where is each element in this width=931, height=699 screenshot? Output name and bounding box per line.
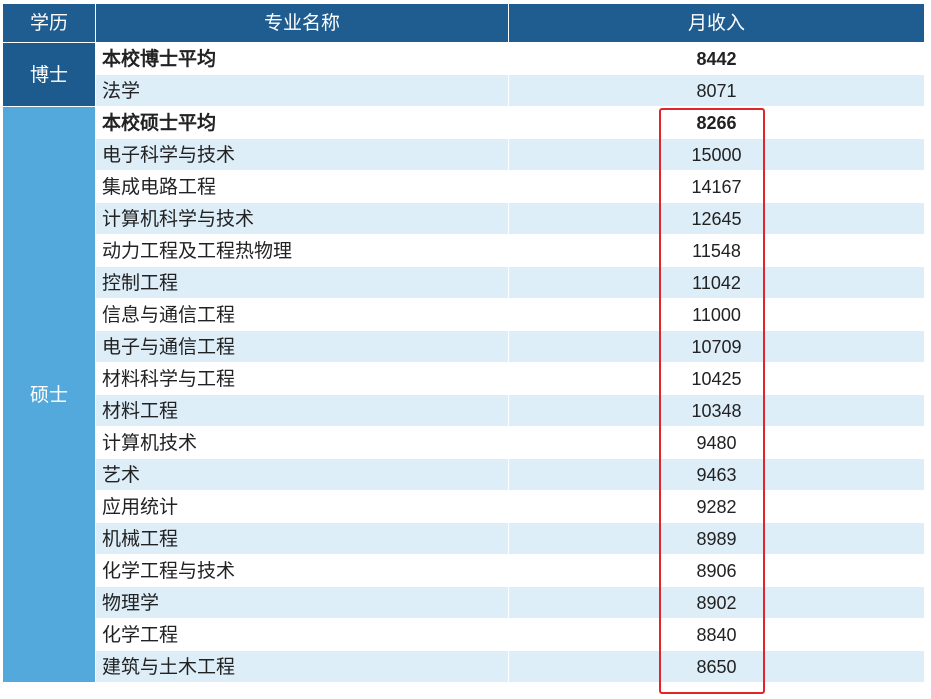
major-name: 本校硕士平均 [95, 106, 509, 139]
table-row: 计算机技术 9480 [3, 426, 925, 459]
table-row: 材料科学与工程 10425 [3, 362, 925, 395]
major-name: 电子与通信工程 [95, 330, 509, 363]
table-row: 信息与通信工程 11000 [3, 298, 925, 331]
monthly-income: 15000 [508, 138, 925, 171]
table-row: 法学 8071 [3, 74, 925, 107]
major-name: 艺术 [95, 458, 509, 491]
major-name: 法学 [95, 74, 509, 107]
table-row: 博士 本校博士平均 8442 [2, 42, 925, 107]
monthly-income: 10348 [508, 394, 925, 427]
table-row: 物理学 8902 [3, 586, 925, 619]
header-major: 专业名称 [95, 3, 509, 43]
monthly-income: 8906 [508, 554, 925, 587]
monthly-income: 14167 [508, 170, 925, 203]
major-name: 化学工程 [95, 618, 509, 651]
monthly-income: 8071 [508, 74, 925, 107]
doctor-degree-cell: 博士 [2, 42, 96, 107]
table-row: 动力工程及工程热物理 11548 [3, 234, 925, 267]
major-name: 本校博士平均 [95, 42, 509, 75]
header-income: 月收入 [508, 3, 925, 43]
table-row: 艺术 9463 [3, 458, 925, 491]
major-name: 化学工程与技术 [95, 554, 509, 587]
table-row: 化学工程 8840 [3, 618, 925, 651]
monthly-income: 8266 [508, 106, 925, 139]
major-name: 信息与通信工程 [95, 298, 509, 331]
major-name: 建筑与土木工程 [95, 650, 509, 683]
table-row: 硕士 本校硕士平均 8266 [2, 106, 925, 683]
table-row: 机械工程 8989 [3, 522, 925, 555]
major-name: 集成电路工程 [95, 170, 509, 203]
major-name: 材料工程 [95, 394, 509, 427]
monthly-income: 11042 [508, 266, 925, 299]
monthly-income: 12645 [508, 202, 925, 235]
monthly-income: 9463 [508, 458, 925, 491]
table-row: 集成电路工程 14167 [3, 170, 925, 203]
monthly-income: 8902 [508, 586, 925, 619]
table-row: 应用统计 9282 [3, 490, 925, 523]
monthly-income: 9480 [508, 426, 925, 459]
major-name: 电子科学与技术 [95, 138, 509, 171]
table-row: 计算机科学与技术 12645 [3, 202, 925, 235]
monthly-income: 8650 [508, 650, 925, 683]
major-name: 机械工程 [95, 522, 509, 555]
monthly-income: 11548 [508, 234, 925, 267]
monthly-income: 10425 [508, 362, 925, 395]
major-name: 材料科学与工程 [95, 362, 509, 395]
master-degree-cell: 硕士 [2, 106, 96, 683]
major-name: 控制工程 [95, 266, 509, 299]
monthly-income: 8989 [508, 522, 925, 555]
monthly-income: 10709 [508, 330, 925, 363]
table-row: 化学工程与技术 8906 [3, 554, 925, 587]
major-name: 计算机技术 [95, 426, 509, 459]
monthly-income: 11000 [508, 298, 925, 331]
table-row: 控制工程 11042 [3, 266, 925, 299]
header-degree: 学历 [2, 3, 96, 43]
table-row: 电子与通信工程 10709 [3, 330, 925, 363]
monthly-income: 9282 [508, 490, 925, 523]
monthly-income: 8840 [508, 618, 925, 651]
table-row: 建筑与土木工程 8650 [3, 650, 925, 683]
major-name: 应用统计 [95, 490, 509, 523]
income-table: 学历 专业名称 月收入 博士 本校博士平均 8442 法学 8071 硕士 本校硕士平均 82… [2, 3, 925, 683]
major-name: 动力工程及工程热物理 [95, 234, 509, 267]
table-header-row: 学历 专业名称 月收入 [2, 3, 925, 43]
major-name: 计算机科学与技术 [95, 202, 509, 235]
table-row: 材料工程 10348 [3, 394, 925, 427]
major-name: 物理学 [95, 586, 509, 619]
monthly-income: 8442 [508, 42, 925, 75]
table-row: 电子科学与技术 15000 [3, 138, 925, 171]
